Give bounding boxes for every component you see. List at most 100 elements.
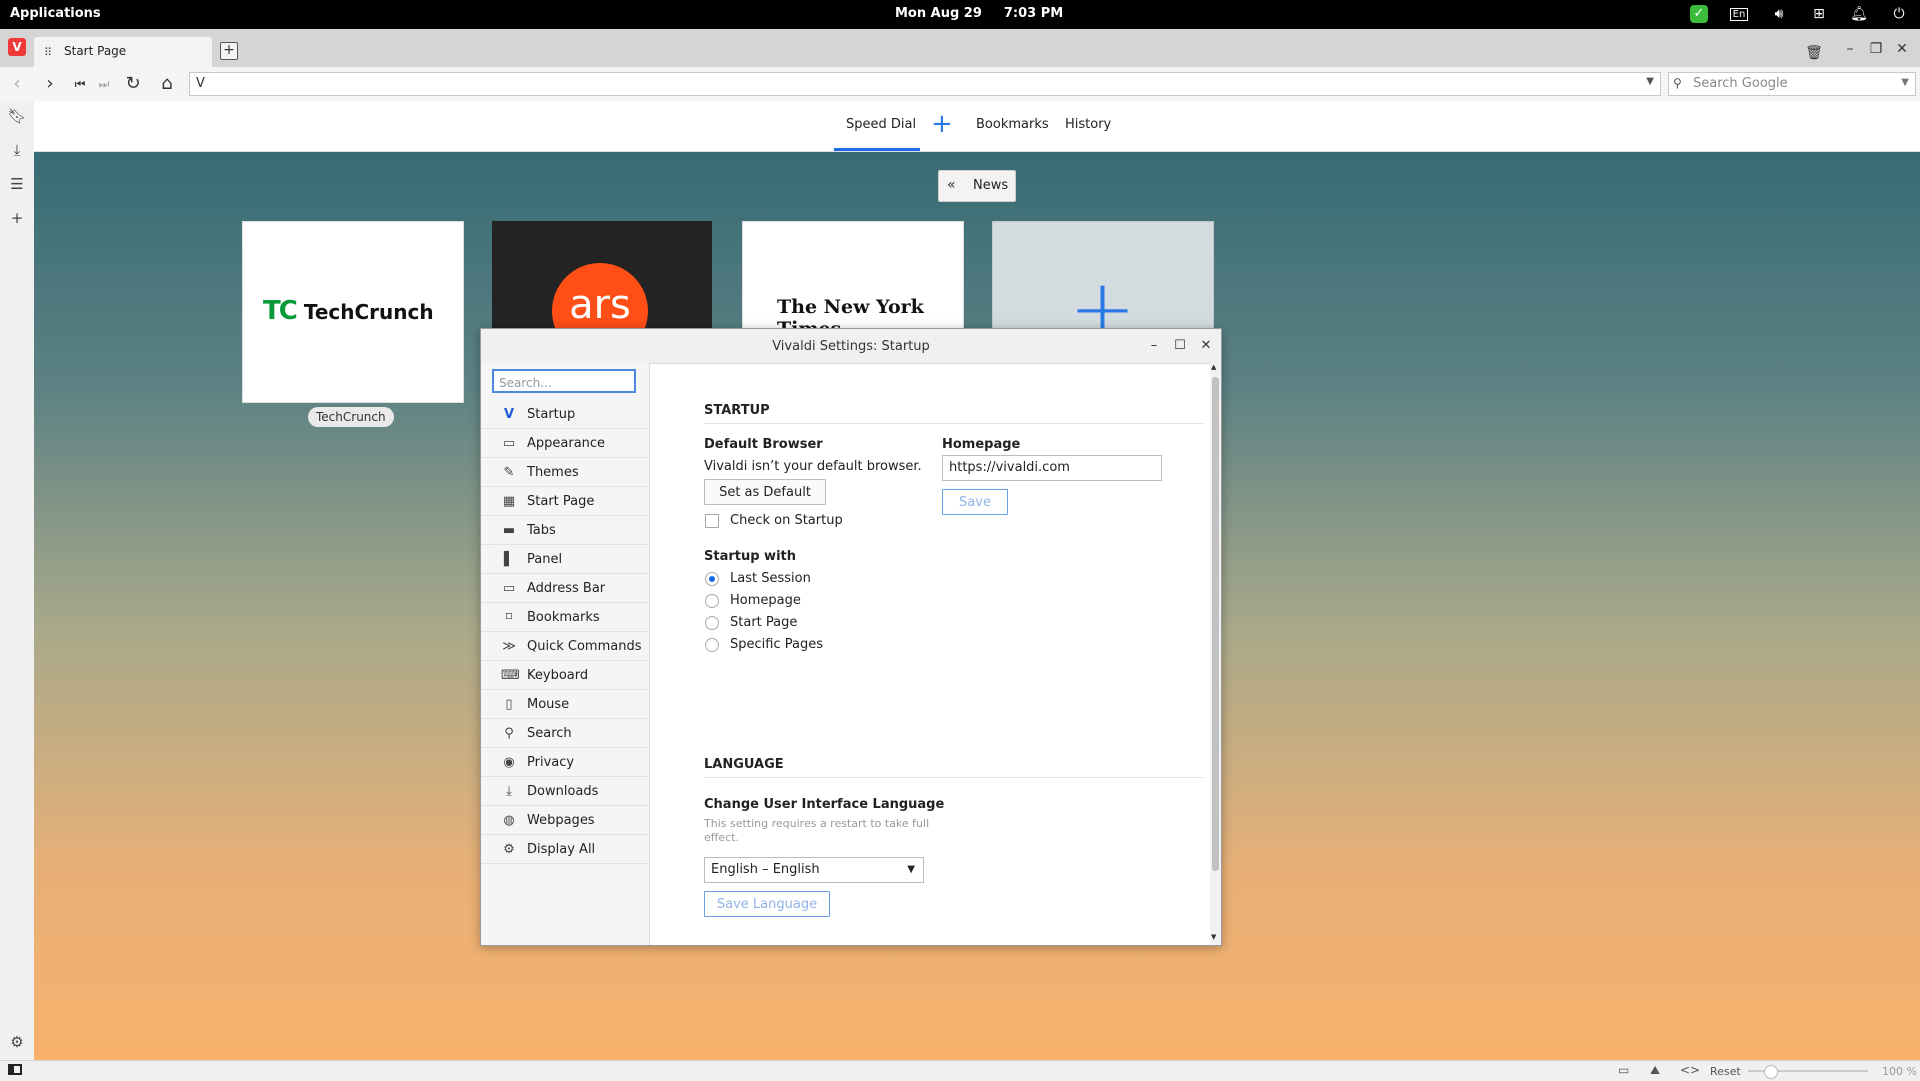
volume-icon[interactable]: 🔊︎ (1768, 4, 1790, 24)
zoom-reset-button[interactable]: Reset (1710, 1065, 1741, 1078)
search-placeholder: Search Google (1693, 76, 1788, 91)
restart-note: This setting requires a restart to take … (704, 817, 930, 844)
startup-radio-specific-pages[interactable] (705, 638, 719, 652)
keyboard-layout-indicator[interactable]: En (1728, 4, 1750, 24)
quick-commands-icon: ≫ (502, 639, 516, 654)
settings-scrollbar[interactable]: ▲ ▼ (1210, 363, 1221, 945)
zoom-slider-handle[interactable] (1764, 1065, 1778, 1079)
sidebar-item-webpages[interactable]: ◍ Webpages (481, 807, 649, 835)
tiling-icon[interactable]: ▭ (1618, 1063, 1629, 1077)
sidebar-item-downloads[interactable]: ⤓ Downloads (481, 778, 649, 806)
security-shield-icon[interactable]: ✓ (1688, 4, 1710, 24)
network-icon[interactable]: ⊞ (1808, 4, 1830, 24)
image-toggle-icon[interactable]: ⛰︎ (1650, 1063, 1660, 1078)
scroll-up-arrow[interactable]: ▲ (1211, 363, 1216, 371)
news-button[interactable]: « News (938, 170, 1016, 202)
tab-history[interactable]: History (1065, 117, 1111, 132)
dialog-minimize-button[interactable]: – (1143, 335, 1165, 357)
save-language-button[interactable]: Save Language (704, 891, 830, 917)
scrollbar-thumb[interactable] (1212, 377, 1219, 871)
search-field[interactable]: ⚲ Search Google ▼ (1668, 72, 1916, 96)
dialog-maximize-button[interactable]: ☐ (1169, 335, 1191, 357)
sidebar-item-address-bar[interactable]: ▭ Address Bar (481, 575, 649, 603)
sidebar-item-themes[interactable]: ✎ Themes (481, 459, 649, 487)
speed-dial-label-techcrunch[interactable]: TechCrunch (308, 407, 394, 427)
speed-dial-grid-icon: ⠿ (44, 46, 53, 59)
tab-bookmarks[interactable]: Bookmarks (976, 117, 1049, 132)
applications-menu[interactable]: Applications (10, 6, 101, 21)
language-select[interactable]: English – English ▼ (704, 857, 924, 883)
sidebar-item-display-all[interactable]: ⚙ Display All (481, 836, 649, 864)
status-bar: ▭ ⛰︎ <> Reset 100 % (0, 1060, 1920, 1081)
panel-toggle-icon[interactable] (8, 1064, 22, 1075)
back-button[interactable]: ‹ (5, 72, 29, 96)
search-engine-icon[interactable]: ⚲ (1673, 76, 1682, 90)
set-as-default-button[interactable]: Set as Default (704, 479, 826, 505)
homepage-input[interactable]: https://vivaldi.com (942, 455, 1162, 481)
sidebar-item-mouse[interactable]: ▯ Mouse (481, 691, 649, 719)
reload-button[interactable]: ↻ (121, 72, 145, 96)
rewind-button[interactable]: ⏮ (68, 72, 92, 96)
scroll-down-arrow[interactable]: ▼ (1211, 933, 1216, 941)
settings-content: STARTUP Default Browser Vivaldi isn’t yo… (650, 363, 1210, 945)
sidebar-item-tabs[interactable]: ▬ Tabs (481, 517, 649, 545)
url-dropdown-icon[interactable]: ▼ (1646, 76, 1654, 87)
notes-panel-icon[interactable]: ☰ (7, 175, 27, 195)
sidebar-item-startup[interactable]: V Startup (481, 401, 649, 429)
sidebar-item-label: Downloads (527, 784, 599, 799)
tab-speed-dial[interactable]: Speed Dial (846, 117, 916, 132)
dialog-close-button[interactable]: ✕ (1195, 335, 1217, 357)
add-speed-dial-group-icon[interactable]: + (931, 109, 953, 139)
globe-icon: ◍ (503, 813, 515, 828)
restore-window-button[interactable]: ❐ (1864, 37, 1888, 61)
startup-option-label[interactable]: Start Page (730, 615, 797, 630)
minimize-window-button[interactable]: – (1838, 37, 1862, 61)
startup-with-heading: Startup with (704, 549, 796, 564)
startup-option-label[interactable]: Specific Pages (730, 637, 823, 652)
techcrunch-logo: TC TechCrunch (263, 296, 434, 326)
window-icon: ▭ (502, 436, 516, 451)
startup-radio-homepage[interactable] (705, 594, 719, 608)
sidebar-item-appearance[interactable]: ▭ Appearance (481, 430, 649, 458)
sidebar-item-privacy[interactable]: ◉ Privacy (481, 749, 649, 777)
add-web-panel-icon[interactable]: + (7, 209, 27, 229)
power-icon[interactable]: ⏻ (1888, 4, 1910, 24)
sidebar-item-label: Startup (527, 407, 576, 422)
startup-radio-start-page[interactable] (705, 616, 719, 630)
magnifier-icon: ⚲ (504, 726, 514, 741)
url-field[interactable]: V ▼ (189, 72, 1661, 96)
dialog-title-bar[interactable]: Vivaldi Settings: Startup – ☐ ✕ (481, 329, 1221, 364)
notification-bell-icon[interactable]: 🔔︎ (1848, 4, 1870, 24)
vivaldi-menu-icon[interactable]: V (8, 38, 26, 56)
startup-radio-last-session[interactable] (705, 572, 719, 586)
check-on-startup-label[interactable]: Check on Startup (730, 513, 843, 528)
startup-option-label[interactable]: Last Session (730, 571, 811, 586)
search-dropdown-icon[interactable]: ▼ (1901, 77, 1909, 88)
sidebar-item-start-page[interactable]: ▦ Start Page (481, 488, 649, 516)
settings-search-input[interactable]: Search... (492, 369, 636, 393)
fast-forward-button[interactable]: ⏭ (92, 72, 116, 96)
tab-start-page[interactable]: ⠿ Start Page (34, 37, 212, 67)
trash-icon[interactable]: 🗑︎ (1802, 41, 1826, 65)
settings-dialog: Vivaldi Settings: Startup – ☐ ✕ Search..… (480, 328, 1222, 946)
close-window-button[interactable]: ✕ (1890, 37, 1914, 61)
downloads-panel-icon[interactable]: ⤓ (7, 141, 27, 161)
startup-option-label[interactable]: Homepage (730, 593, 801, 608)
sidebar-item-keyboard[interactable]: ⌨ Keyboard (481, 662, 649, 690)
new-tab-button[interactable]: + (220, 42, 238, 60)
home-button[interactable]: ⌂ (155, 72, 179, 96)
check-on-startup-checkbox[interactable] (705, 514, 719, 528)
forward-button[interactable]: › (38, 72, 62, 96)
speed-dial-techcrunch[interactable]: TC TechCrunch (242, 221, 464, 403)
sidebar-item-panel[interactable]: ▌ Panel (481, 546, 649, 574)
page-actions-icon[interactable]: <> (1680, 1063, 1700, 1077)
homepage-save-button[interactable]: Save (942, 489, 1008, 515)
clock[interactable]: Mon Aug 29 7:03 PM (895, 6, 1085, 21)
settings-gear-icon[interactable]: ⚙ (7, 1033, 27, 1053)
bookmarks-panel-icon[interactable]: 🔖︎ (7, 107, 27, 127)
sidebar-item-bookmarks[interactable]: ⌑ Bookmarks (481, 604, 649, 632)
sidebar-item-label: Quick Commands (527, 639, 642, 654)
sidebar-item-label: Panel (527, 552, 563, 567)
sidebar-item-quick-commands[interactable]: ≫ Quick Commands (481, 633, 649, 661)
sidebar-item-search[interactable]: ⚲ Search (481, 720, 649, 748)
